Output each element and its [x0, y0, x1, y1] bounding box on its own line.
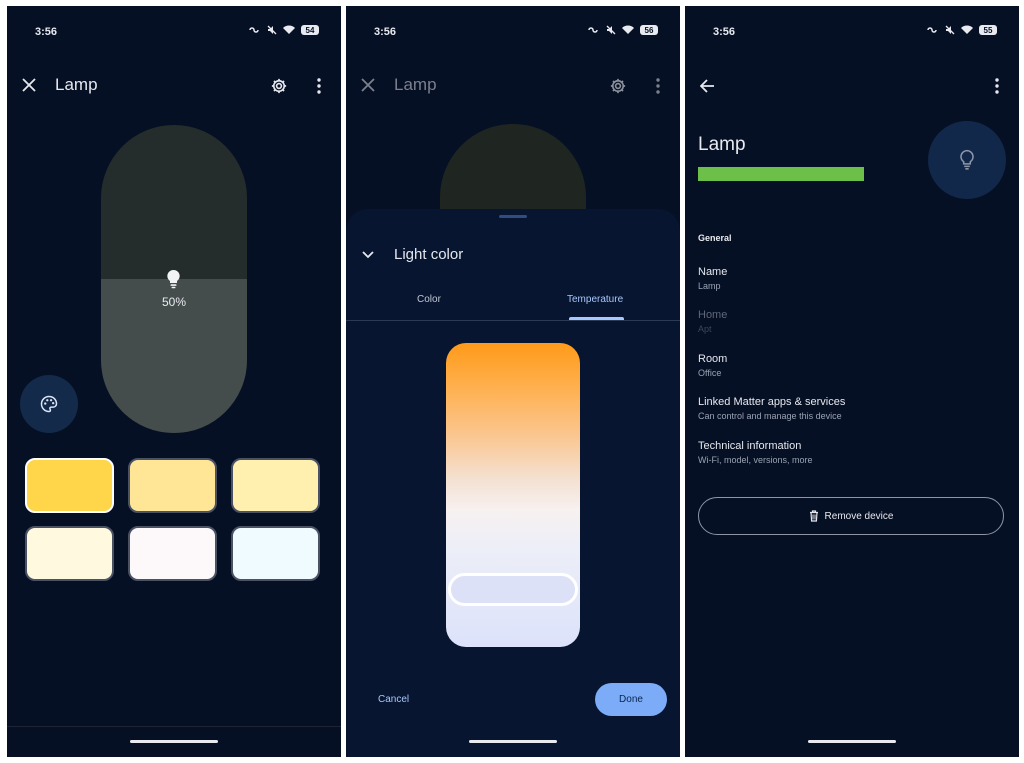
color-swatch[interactable]	[25, 526, 114, 581]
page-title: Lamp	[394, 75, 437, 94]
more-vert-icon	[995, 78, 999, 94]
status-time: 3:56	[713, 26, 736, 38]
highlight-bar	[698, 167, 864, 181]
settings-button[interactable]	[607, 75, 629, 97]
done-button[interactable]: Done	[595, 683, 667, 716]
status-icons: 55	[927, 25, 997, 35]
temperature-handle[interactable]	[448, 573, 578, 606]
remove-device-label: Remove device	[824, 510, 894, 522]
tab-divider	[346, 320, 680, 321]
more-vert-icon	[317, 78, 321, 94]
color-swatch[interactable]	[231, 458, 320, 513]
section-heading: General	[698, 233, 732, 243]
sheet-title: Light color	[394, 246, 464, 263]
color-swatch[interactable]	[128, 458, 217, 513]
wifi-icon	[961, 25, 973, 34]
collapse-sheet-button[interactable]	[360, 247, 376, 263]
lamp-control-screen: 3:56 54 Lamp 50%	[7, 6, 341, 757]
tab-color[interactable]: Color	[417, 294, 441, 305]
wifi-icon	[283, 25, 295, 34]
gesture-handle[interactable]	[130, 740, 218, 743]
sheet-drag-handle[interactable]	[499, 215, 527, 218]
light-color-sheet: Light color Color Temperature	[346, 209, 680, 757]
close-icon	[22, 78, 36, 92]
more-options-button[interactable]	[988, 75, 1006, 97]
color-palette-button[interactable]	[20, 375, 78, 433]
wifi-icon	[622, 25, 634, 34]
light-color-screen: 3:56 56 Lamp Light color Color Temperatu…	[346, 6, 680, 757]
setting-technical-info[interactable]: Technical information Wi-Fi, model, vers…	[698, 440, 998, 465]
divider	[7, 726, 341, 727]
close-button[interactable]	[19, 75, 39, 95]
gear-icon	[271, 78, 287, 94]
brightness-slider[interactable]: 50%	[101, 125, 247, 433]
temperature-slider[interactable]	[446, 343, 580, 647]
muted-icon	[945, 25, 955, 35]
setting-value: Can control and manage this device	[698, 411, 842, 421]
setting-linked-apps[interactable]: Linked Matter apps & services Can contro…	[698, 396, 998, 421]
arrow-back-icon	[699, 79, 714, 93]
muted-icon	[267, 25, 277, 35]
setting-value: Office	[698, 368, 722, 378]
lightbulb-icon	[167, 269, 180, 289]
setting-name[interactable]: Name Lamp	[698, 266, 998, 291]
trash-icon	[809, 510, 818, 522]
close-button[interactable]	[358, 75, 378, 95]
page-title: Lamp	[55, 75, 98, 94]
more-options-button[interactable]	[649, 75, 667, 97]
setting-room[interactable]: Room Office	[698, 353, 998, 378]
palette-icon	[40, 395, 58, 413]
color-swatch[interactable]	[231, 526, 320, 581]
device-settings-screen: 3:56 55 Lamp General Name Lamp Home Apt …	[685, 6, 1019, 757]
link-icon	[249, 27, 259, 33]
link-icon	[588, 27, 598, 33]
setting-title: Room	[698, 353, 728, 365]
color-swatch[interactable]	[128, 526, 217, 581]
back-button[interactable]	[697, 76, 717, 96]
setting-value: Wi-Fi, model, versions, more	[698, 455, 813, 465]
battery-indicator: 55	[979, 25, 997, 35]
device-avatar	[928, 121, 1006, 199]
muted-icon	[606, 25, 616, 35]
chevron-down-icon	[362, 251, 374, 259]
remove-device-button[interactable]: Remove device	[698, 497, 1004, 535]
setting-title: Technical information	[698, 440, 802, 452]
tab-temperature[interactable]: Temperature	[567, 294, 623, 305]
status-time: 3:56	[35, 26, 58, 38]
cancel-button[interactable]: Cancel	[378, 694, 409, 705]
gear-icon	[610, 78, 626, 94]
gesture-handle[interactable]	[469, 740, 557, 743]
device-name-heading: Lamp	[698, 134, 746, 155]
more-options-button[interactable]	[310, 75, 328, 97]
setting-title: Home	[698, 309, 728, 321]
setting-title: Name	[698, 266, 728, 278]
close-icon	[361, 78, 375, 92]
status-icons: 56	[588, 25, 658, 35]
status-time: 3:56	[374, 26, 397, 38]
brightness-value: 50%	[161, 295, 187, 309]
more-vert-icon	[656, 78, 660, 94]
setting-value: Apt	[698, 324, 712, 334]
status-icons: 54	[249, 25, 319, 35]
setting-home: Home Apt	[698, 309, 998, 334]
lightbulb-outline-icon	[960, 149, 974, 170]
gesture-handle[interactable]	[808, 740, 896, 743]
link-icon	[927, 27, 937, 33]
color-swatch[interactable]	[25, 458, 114, 513]
battery-indicator: 56	[640, 25, 658, 35]
settings-button[interactable]	[268, 75, 290, 97]
setting-title: Linked Matter apps & services	[698, 396, 846, 408]
battery-indicator: 54	[301, 25, 319, 35]
setting-value: Lamp	[698, 281, 721, 291]
